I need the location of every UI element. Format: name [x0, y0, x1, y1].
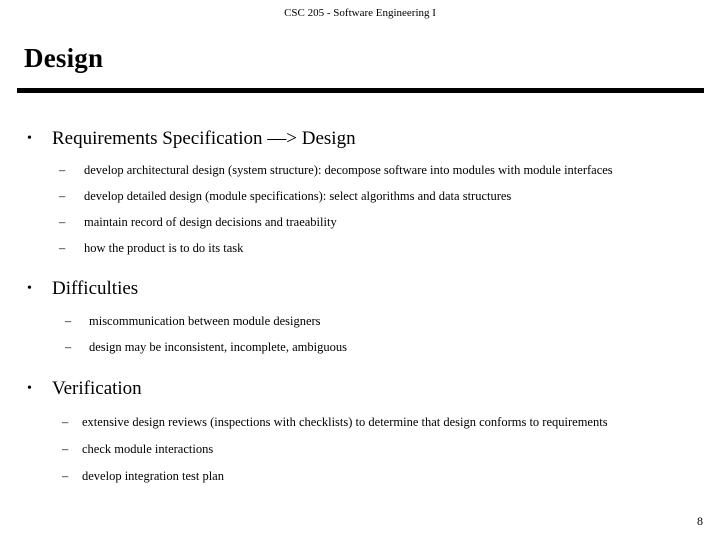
page-number: 8 — [697, 514, 703, 528]
bullet-difficulties: • Difficulties — [0, 276, 720, 301]
bullet-verification: • Verification — [0, 376, 720, 401]
bullet-requirements-specification: • Requirements Specification —> Design — [0, 126, 720, 151]
sub-bullet-group-requirements: – develop architectural design (system s… — [0, 161, 720, 258]
bullet-dot-icon: • — [27, 131, 32, 146]
slide-content: • Requirements Specification —> Design –… — [0, 126, 720, 486]
list-item: – develop architectural design (system s… — [0, 161, 720, 180]
dash-marker-icon: – — [65, 314, 72, 328]
page-title: Design — [24, 43, 104, 73]
list-item: – miscommunication between module design… — [0, 312, 720, 331]
sub-bullet-group-verification: – extensive design reviews (inspections … — [0, 413, 720, 486]
dash-marker-icon: – — [62, 415, 69, 429]
list-item-label: check module interactions — [82, 442, 214, 456]
list-item-label: extensive design reviews (inspections wi… — [82, 415, 608, 429]
list-item-label: miscommunication between module designer… — [89, 314, 321, 328]
section-heading-label: Requirements Specification —> Design — [52, 128, 356, 149]
list-item-label: develop architectural design (system str… — [84, 163, 613, 177]
list-item: – maintain record of design decisions an… — [0, 213, 720, 232]
dash-marker-icon: – — [62, 442, 69, 456]
dash-marker-icon: – — [59, 215, 66, 229]
list-item-label: maintain record of design decisions and … — [84, 215, 337, 229]
sub-bullet-group-difficulties: – miscommunication between module design… — [0, 312, 720, 357]
bullet-dot-icon: • — [27, 381, 32, 396]
list-item: – design may be inconsistent, incomplete… — [0, 338, 720, 357]
list-item: – extensive design reviews (inspections … — [0, 413, 720, 432]
title-divider-rule — [17, 88, 704, 93]
dash-marker-icon: – — [59, 241, 66, 255]
list-item: – develop detailed design (module specif… — [0, 187, 720, 206]
dash-marker-icon: – — [65, 340, 72, 354]
list-item: – check module interactions — [0, 440, 720, 459]
list-item: – develop integration test plan — [0, 467, 720, 486]
dash-marker-icon: – — [59, 163, 66, 177]
slide-header-course-title: CSC 205 - Software Engineering I — [284, 7, 436, 19]
list-item: – how the product is to do its task — [0, 239, 720, 258]
dash-marker-icon: – — [59, 189, 66, 203]
list-item-label: design may be inconsistent, incomplete, … — [89, 340, 347, 354]
list-item-label: develop detailed design (module specific… — [84, 189, 512, 203]
section-heading-label: Difficulties — [52, 278, 139, 299]
bullet-dot-icon: • — [27, 281, 32, 296]
section-heading-label: Verification — [52, 378, 142, 399]
list-item-label: develop integration test plan — [82, 469, 224, 483]
list-item-label: how the product is to do its task — [84, 241, 244, 255]
dash-marker-icon: – — [62, 469, 69, 483]
